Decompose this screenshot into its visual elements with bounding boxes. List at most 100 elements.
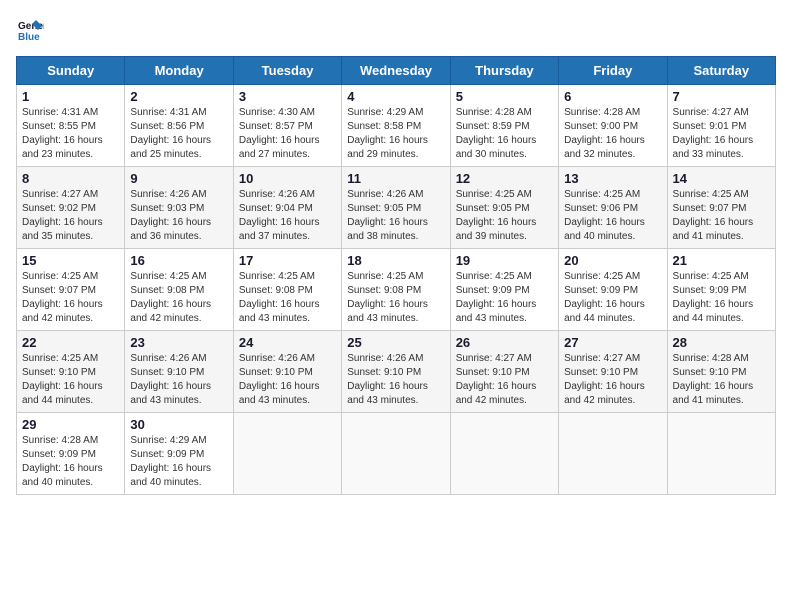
weekday-header-monday: Monday — [125, 57, 233, 85]
day-info: Sunrise: 4:25 AMSunset: 9:07 PMDaylight:… — [673, 188, 770, 244]
day-number: 18 — [347, 253, 444, 268]
day-number: 8 — [22, 171, 119, 186]
day-number: 30 — [130, 417, 227, 432]
calendar-cell: 30 Sunrise: 4:29 AMSunset: 9:09 PMDayligh… — [125, 413, 233, 495]
day-info: Sunrise: 4:25 AMSunset: 9:08 PMDaylight:… — [130, 270, 227, 326]
calendar-cell: 15 Sunrise: 4:25 AMSunset: 9:07 PMDayligh… — [17, 249, 125, 331]
calendar-cell: 17 Sunrise: 4:25 AMSunset: 9:08 PMDayligh… — [233, 249, 341, 331]
day-number: 22 — [22, 335, 119, 350]
day-info: Sunrise: 4:26 AMSunset: 9:04 PMDaylight:… — [239, 188, 336, 244]
logo-icon: General Blue — [16, 16, 44, 44]
day-info: Sunrise: 4:27 AMSunset: 9:10 PMDaylight:… — [564, 352, 661, 408]
svg-text:Blue: Blue — [18, 32, 40, 43]
weekday-header-friday: Friday — [559, 57, 667, 85]
weekday-header-wednesday: Wednesday — [342, 57, 450, 85]
day-info: Sunrise: 4:26 AMSunset: 9:10 PMDaylight:… — [130, 352, 227, 408]
day-info: Sunrise: 4:27 AMSunset: 9:01 PMDaylight:… — [673, 106, 770, 162]
day-info: Sunrise: 4:25 AMSunset: 9:06 PMDaylight:… — [564, 188, 661, 244]
calendar-cell: 19 Sunrise: 4:25 AMSunset: 9:09 PMDayligh… — [450, 249, 558, 331]
day-info: Sunrise: 4:29 AMSunset: 9:09 PMDaylight:… — [130, 434, 227, 490]
day-number: 16 — [130, 253, 227, 268]
calendar-cell — [667, 413, 775, 495]
calendar-cell: 21 Sunrise: 4:25 AMSunset: 9:09 PMDayligh… — [667, 249, 775, 331]
day-number: 5 — [456, 89, 553, 104]
weekday-header-row: SundayMondayTuesdayWednesdayThursdayFrid… — [17, 57, 776, 85]
calendar-body: 1Sunrise: 4:31 AMSunset: 8:55 PMDaylight… — [17, 85, 776, 495]
day-info: Sunrise: 4:26 AMSunset: 9:05 PMDaylight:… — [347, 188, 444, 244]
day-info: Sunrise: 4:25 AMSunset: 9:10 PMDaylight:… — [22, 352, 119, 408]
day-info: Sunrise: 4:28 AMSunset: 9:10 PMDaylight:… — [673, 352, 770, 408]
day-info: Sunrise: 4:28 AMSunset: 8:59 PMDaylight:… — [456, 106, 553, 162]
weekday-header-tuesday: Tuesday — [233, 57, 341, 85]
day-number: 12 — [456, 171, 553, 186]
day-info: Sunrise: 4:26 AMSunset: 9:10 PMDaylight:… — [239, 352, 336, 408]
calendar-week-2: 8Sunrise: 4:27 AMSunset: 9:02 PMDaylight… — [17, 167, 776, 249]
day-info: Sunrise: 4:25 AMSunset: 9:07 PMDaylight:… — [22, 270, 119, 326]
calendar-cell: 16 Sunrise: 4:25 AMSunset: 9:08 PMDayligh… — [125, 249, 233, 331]
day-info: Sunrise: 4:26 AMSunset: 9:03 PMDaylight:… — [130, 188, 227, 244]
day-info: Sunrise: 4:25 AMSunset: 9:09 PMDaylight:… — [456, 270, 553, 326]
weekday-header-thursday: Thursday — [450, 57, 558, 85]
calendar-cell: 23 Sunrise: 4:26 AMSunset: 9:10 PMDayligh… — [125, 331, 233, 413]
calendar-cell: 18Sunrise: 4:25 AMSunset: 9:08 PMDayligh… — [342, 249, 450, 331]
day-number: 2 — [130, 89, 227, 104]
calendar-cell: 13 Sunrise: 4:25 AMSunset: 9:06 PMDayligh… — [559, 167, 667, 249]
calendar-cell — [233, 413, 341, 495]
calendar-cell: 25 Sunrise: 4:26 AMSunset: 9:10 PMDayligh… — [342, 331, 450, 413]
day-number: 4 — [347, 89, 444, 104]
day-number: 26 — [456, 335, 553, 350]
calendar-cell: 2 Sunrise: 4:31 AMSunset: 8:56 PMDaylight… — [125, 85, 233, 167]
calendar-cell: 1Sunrise: 4:31 AMSunset: 8:55 PMDaylight… — [17, 85, 125, 167]
weekday-header-sunday: Sunday — [17, 57, 125, 85]
day-number: 15 — [22, 253, 119, 268]
day-number: 21 — [673, 253, 770, 268]
calendar-cell: 5 Sunrise: 4:28 AMSunset: 8:59 PMDaylight… — [450, 85, 558, 167]
day-number: 7 — [673, 89, 770, 104]
day-number: 27 — [564, 335, 661, 350]
calendar-cell: 24Sunrise: 4:26 AMSunset: 9:10 PMDayligh… — [233, 331, 341, 413]
calendar-cell: 12Sunrise: 4:25 AMSunset: 9:05 PMDayligh… — [450, 167, 558, 249]
calendar-cell: 26 Sunrise: 4:27 AMSunset: 9:10 PMDayligh… — [450, 331, 558, 413]
calendar-cell: 20Sunrise: 4:25 AMSunset: 9:09 PMDayligh… — [559, 249, 667, 331]
day-number: 14 — [673, 171, 770, 186]
day-number: 28 — [673, 335, 770, 350]
day-number: 10 — [239, 171, 336, 186]
day-number: 29 — [22, 417, 119, 432]
calendar-cell: 9 Sunrise: 4:26 AMSunset: 9:03 PMDaylight… — [125, 167, 233, 249]
calendar-week-5: 29 Sunrise: 4:28 AMSunset: 9:09 PMDayligh… — [17, 413, 776, 495]
day-info: Sunrise: 4:27 AMSunset: 9:10 PMDaylight:… — [456, 352, 553, 408]
day-info: Sunrise: 4:26 AMSunset: 9:10 PMDaylight:… — [347, 352, 444, 408]
calendar-cell: 8Sunrise: 4:27 AMSunset: 9:02 PMDaylight… — [17, 167, 125, 249]
day-number: 19 — [456, 253, 553, 268]
day-number: 1 — [22, 89, 119, 104]
calendar-cell: 7 Sunrise: 4:27 AMSunset: 9:01 PMDaylight… — [667, 85, 775, 167]
calendar-cell: 27 Sunrise: 4:27 AMSunset: 9:10 PMDayligh… — [559, 331, 667, 413]
day-number: 6 — [564, 89, 661, 104]
calendar-week-4: 22 Sunrise: 4:25 AMSunset: 9:10 PMDayligh… — [17, 331, 776, 413]
calendar-week-3: 15 Sunrise: 4:25 AMSunset: 9:07 PMDayligh… — [17, 249, 776, 331]
calendar-cell — [342, 413, 450, 495]
day-number: 23 — [130, 335, 227, 350]
calendar-cell: 14 Sunrise: 4:25 AMSunset: 9:07 PMDayligh… — [667, 167, 775, 249]
day-number: 17 — [239, 253, 336, 268]
calendar-table: SundayMondayTuesdayWednesdayThursdayFrid… — [16, 56, 776, 495]
day-number: 9 — [130, 171, 227, 186]
logo: General Blue — [16, 16, 48, 44]
calendar-cell: 28 Sunrise: 4:28 AMSunset: 9:10 PMDayligh… — [667, 331, 775, 413]
day-number: 25 — [347, 335, 444, 350]
weekday-header-saturday: Saturday — [667, 57, 775, 85]
day-info: Sunrise: 4:25 AMSunset: 9:09 PMDaylight:… — [564, 270, 661, 326]
calendar-cell: 22 Sunrise: 4:25 AMSunset: 9:10 PMDayligh… — [17, 331, 125, 413]
day-info: Sunrise: 4:25 AMSunset: 9:08 PMDaylight:… — [239, 270, 336, 326]
day-number: 3 — [239, 89, 336, 104]
day-number: 13 — [564, 171, 661, 186]
day-info: Sunrise: 4:25 AMSunset: 9:09 PMDaylight:… — [673, 270, 770, 326]
page-header: General Blue — [16, 16, 776, 44]
day-info: Sunrise: 4:31 AMSunset: 8:56 PMDaylight:… — [130, 106, 227, 162]
calendar-cell: 11Sunrise: 4:26 AMSunset: 9:05 PMDayligh… — [342, 167, 450, 249]
day-info: Sunrise: 4:30 AMSunset: 8:57 PMDaylight:… — [239, 106, 336, 162]
calendar-cell: 10 Sunrise: 4:26 AMSunset: 9:04 PMDayligh… — [233, 167, 341, 249]
day-info: Sunrise: 4:28 AMSunset: 9:09 PMDaylight:… — [22, 434, 119, 490]
calendar-header: SundayMondayTuesdayWednesdayThursdayFrid… — [17, 57, 776, 85]
day-info: Sunrise: 4:28 AMSunset: 9:00 PMDaylight:… — [564, 106, 661, 162]
